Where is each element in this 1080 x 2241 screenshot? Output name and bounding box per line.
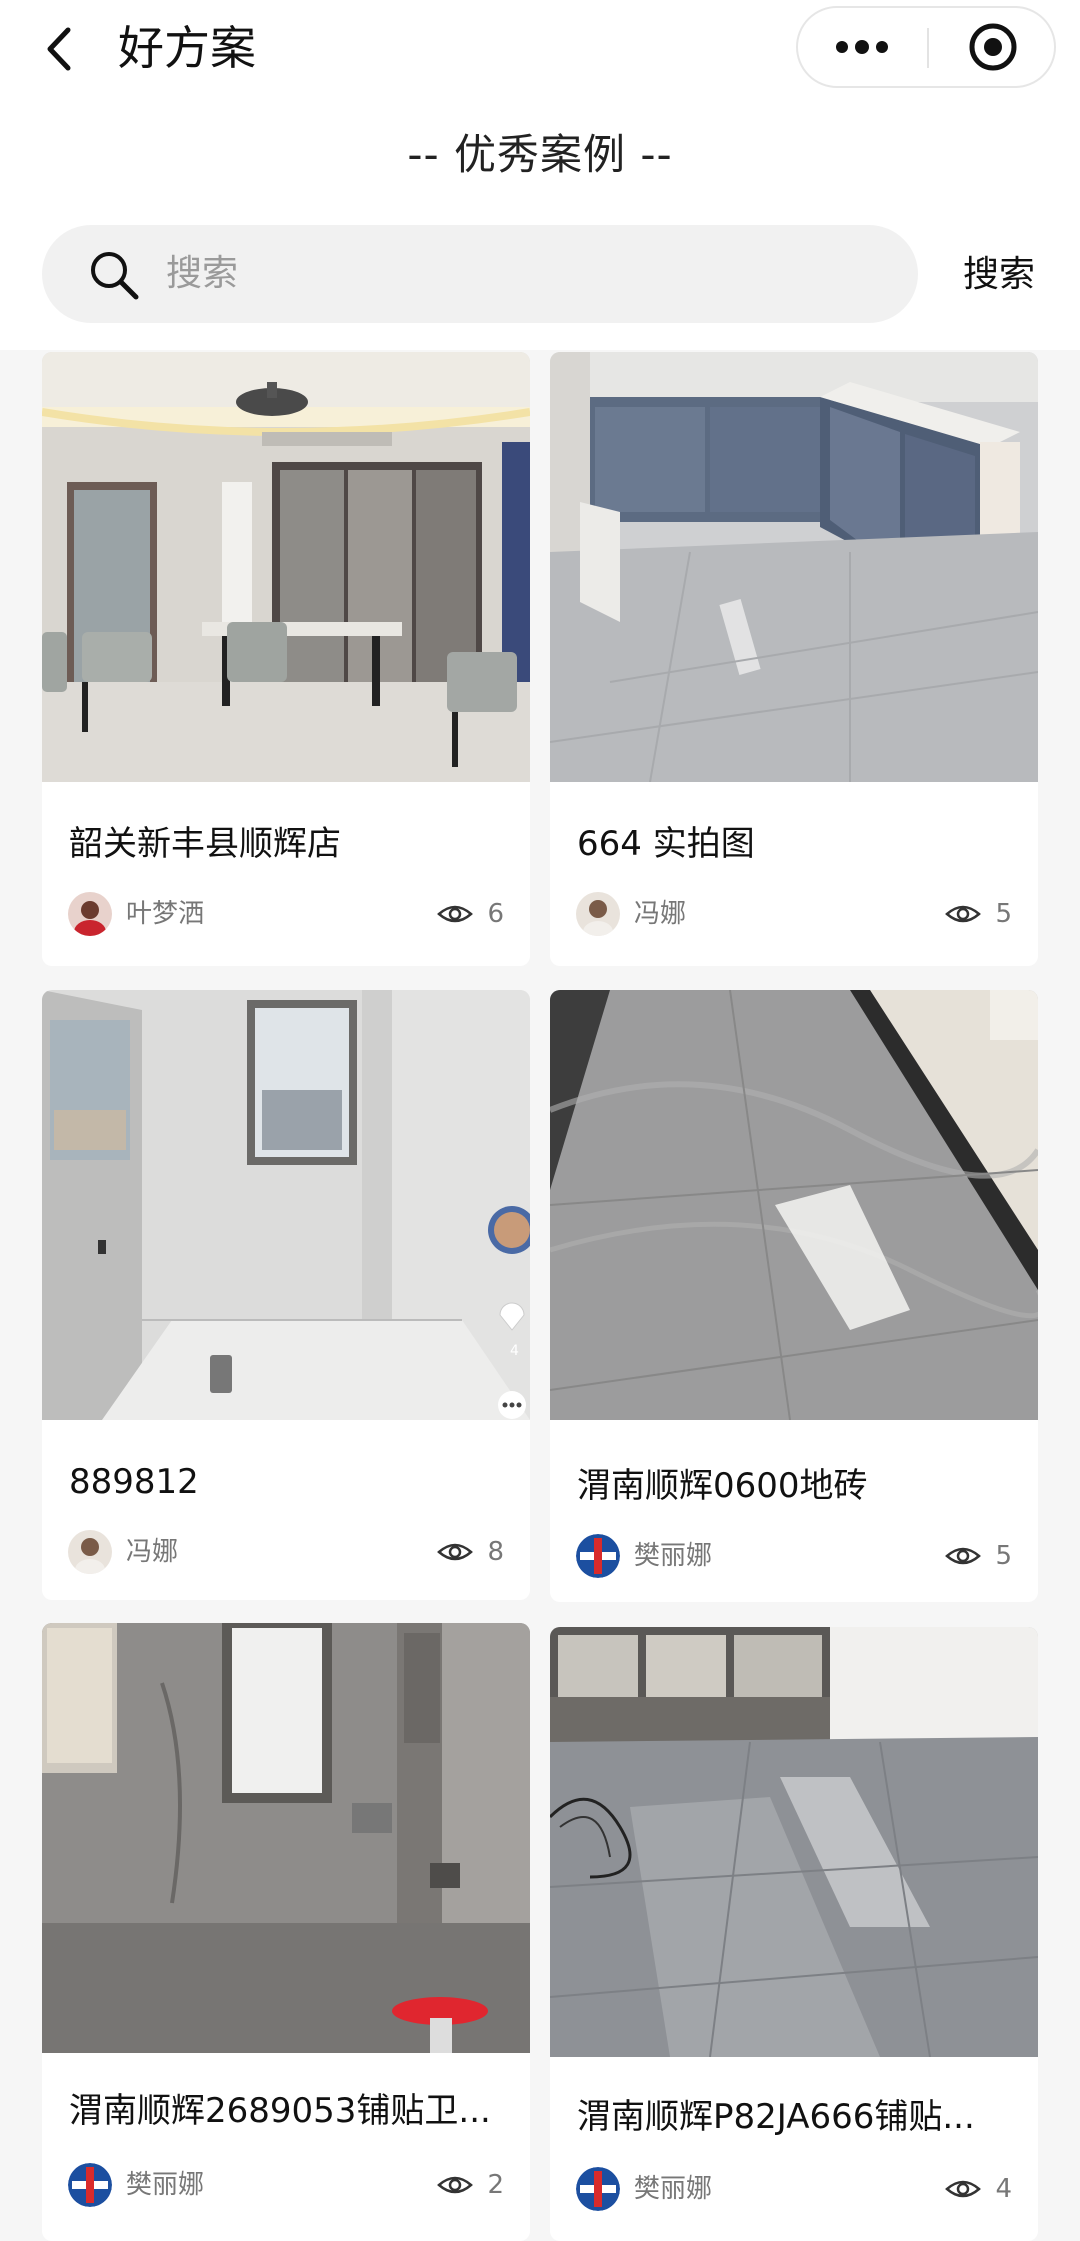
view-count: 5 [945, 894, 1012, 934]
kitchen-cabinets-photo [550, 352, 1038, 782]
author-name: 叶梦洒 [126, 899, 205, 929]
eye-icon [945, 1547, 982, 1565]
author-name: 樊丽娜 [634, 2174, 713, 2204]
view-count-value: 4 [995, 2174, 1012, 2204]
author-avatar [68, 892, 112, 936]
view-count: 5 [945, 1536, 1012, 1576]
view-count: 2 [437, 2165, 504, 2205]
view-count-value: 2 [487, 2170, 504, 2200]
more-dots-icon [836, 40, 888, 54]
view-count-value: 5 [995, 1541, 1012, 1571]
view-count: 4 [945, 2169, 1012, 2209]
author-avatar [68, 1530, 112, 1574]
more-button[interactable] [798, 8, 926, 86]
author-name: 樊丽娜 [634, 1541, 713, 1571]
search-icon [91, 252, 139, 300]
marble-floor-photo [550, 990, 1038, 1420]
case-title: 渭南顺辉2689053铺贴卫... [69, 2091, 491, 2131]
search-button[interactable]: 搜索 [944, 245, 1054, 305]
case-photo[interactable] [42, 1623, 530, 2053]
eye-icon [945, 905, 982, 923]
eye-icon [945, 2180, 982, 2198]
case-card[interactable]: 韶关新丰县顺辉店 叶梦洒 6 [42, 352, 530, 966]
dining-room-photo [42, 352, 530, 782]
section-header: -- 优秀案例 -- 搜索 [0, 100, 1080, 350]
author-name: 冯娜 [126, 1537, 179, 1567]
search-input[interactable] [166, 243, 866, 303]
case-title: 渭南顺辉0600地砖 [577, 1466, 868, 1506]
bathroom-grey-photo [42, 1623, 530, 2053]
back-button[interactable] [30, 14, 90, 84]
case-title: 889812 [69, 1462, 199, 1502]
svg-text:4: 4 [510, 1343, 519, 1359]
bathroom-window-photo: 4 [42, 990, 530, 1420]
target-close-icon [969, 23, 1016, 71]
case-card[interactable]: 渭南顺辉0600地砖 樊丽娜 5 [550, 990, 1038, 1602]
author-avatar [68, 2163, 112, 2207]
page-title: 好方案 [118, 21, 256, 75]
case-photo[interactable]: 4 [42, 990, 530, 1420]
author-name: 冯娜 [634, 899, 687, 929]
case-photo[interactable] [550, 990, 1038, 1420]
top-nav-bar: 好方案 [0, 0, 1080, 100]
case-card[interactable]: 渭南顺辉P82JA666铺贴... 樊丽娜 4 [550, 1627, 1038, 2241]
view-count: 6 [437, 894, 504, 934]
case-photo[interactable] [42, 352, 530, 782]
eye-icon [437, 2176, 474, 2194]
case-photo[interactable] [550, 1627, 1038, 2057]
mini-program-capsule [796, 6, 1056, 88]
view-count-value: 6 [487, 899, 504, 929]
section-title: -- 优秀案例 -- [407, 130, 673, 179]
case-card[interactable]: 渭南顺辉2689053铺贴卫... 樊丽娜 2 [42, 1623, 530, 2241]
view-count-value: 5 [995, 899, 1012, 929]
author-avatar [576, 892, 620, 936]
close-button[interactable] [929, 8, 1056, 86]
author-avatar [576, 1534, 620, 1578]
eye-icon [437, 1543, 474, 1561]
case-card[interactable]: 4 889812 冯娜 8 [42, 990, 530, 1600]
view-count-value: 8 [487, 1537, 504, 1567]
chevron-left-icon [47, 27, 71, 71]
author-name: 樊丽娜 [126, 2170, 205, 2200]
case-title: 664 实拍图 [577, 824, 755, 864]
eye-icon [437, 905, 474, 923]
living-room-floor-photo [550, 1627, 1038, 2057]
case-title: 韶关新丰县顺辉店 [69, 824, 341, 864]
case-title: 渭南顺辉P82JA666铺贴... [577, 2097, 975, 2137]
case-card[interactable]: 664 实拍图 冯娜 5 [550, 352, 1038, 966]
case-photo[interactable] [550, 352, 1038, 782]
search-bar[interactable] [42, 225, 918, 323]
view-count: 8 [437, 1532, 504, 1572]
author-avatar [576, 2167, 620, 2211]
